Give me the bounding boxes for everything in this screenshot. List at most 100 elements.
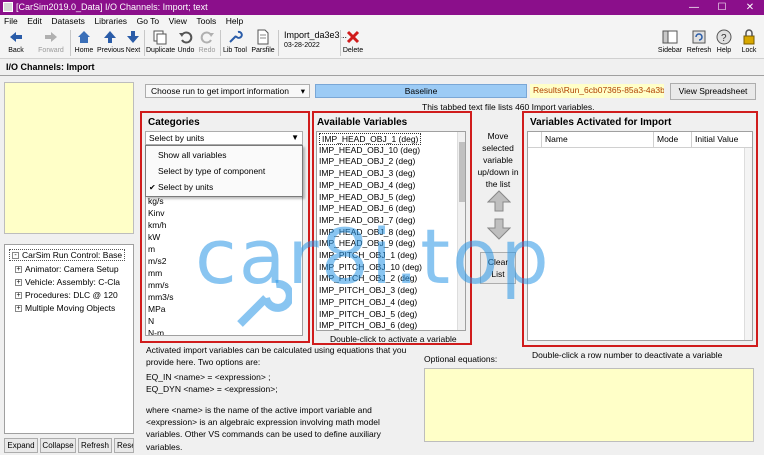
sidebar-icon (662, 29, 678, 45)
tab-strip: I/O Channels: Import (0, 59, 764, 76)
notes-field[interactable] (4, 82, 134, 234)
next-button[interactable]: Next (124, 29, 142, 55)
home-icon (76, 29, 92, 45)
list-item[interactable]: N (148, 316, 154, 326)
tree-item[interactable]: + Vehicle: Assembly: C-Cla (15, 277, 120, 287)
dropdown-arrow-icon: ▼ (291, 133, 299, 142)
tree-root[interactable]: - CarSim Run Control: Base (9, 249, 126, 261)
refresh-button[interactable]: Refresh (686, 29, 712, 55)
tab-io-channels-import[interactable]: I/O Channels: Import (6, 62, 95, 72)
list-item[interactable]: N-m (148, 328, 164, 335)
redo-button[interactable]: Redo (198, 29, 216, 55)
list-item[interactable]: kW (148, 232, 160, 242)
expand-node-icon[interactable]: + (15, 279, 22, 287)
menu-view[interactable]: View (169, 15, 187, 27)
variable-list-item[interactable]: IMP_HEAD_OBJ_4 (deg) (319, 180, 415, 190)
equations-help-text: Activated import variables can be calcul… (146, 344, 416, 453)
lock-button[interactable]: Lock (738, 29, 760, 55)
app-icon (3, 2, 13, 12)
collapse-node-icon[interactable]: - (12, 252, 19, 260)
variable-list-item[interactable]: IMP_HEAD_OBJ_3 (deg) (319, 168, 415, 178)
optional-equations-field[interactable] (424, 368, 754, 442)
run-tree[interactable]: - CarSim Run Control: Base + Animator: Cam… (4, 244, 134, 434)
dataset-name[interactable]: Import_da3e3... (284, 30, 347, 40)
collapse-button[interactable]: Collapse (40, 438, 76, 453)
list-item[interactable]: mm (148, 268, 162, 278)
variable-list-item[interactable]: IMP_PITCH_OBJ_5 (deg) (319, 309, 417, 319)
tree-refresh-button[interactable]: Refresh (78, 438, 112, 453)
view-spreadsheet-button[interactable]: View Spreadsheet (670, 83, 756, 100)
expand-button[interactable]: Expand (4, 438, 38, 453)
document-icon (255, 29, 271, 45)
help-button[interactable]: ? Help (714, 29, 734, 55)
reset-button[interactable]: Rese (114, 438, 134, 453)
menu-edit[interactable]: Edit (27, 15, 42, 27)
forward-button[interactable]: Forward (36, 29, 66, 55)
option-by-units[interactable]: ✔ Select by units (146, 180, 302, 195)
column-header-mode[interactable]: Mode (654, 132, 692, 148)
menu-tools[interactable]: Tools (196, 15, 216, 27)
scrollbar-thumb[interactable] (459, 142, 465, 202)
table-scrollbar[interactable] (744, 148, 752, 340)
dataset-date: 03-28-2022 (284, 42, 320, 49)
list-item[interactable]: MPa (148, 304, 165, 314)
variable-list-item[interactable]: IMP_HEAD_OBJ_1 (deg) (319, 133, 422, 145)
variable-list-item[interactable]: IMP_HEAD_OBJ_10 (deg) (319, 145, 420, 155)
up-arrow-icon (486, 190, 512, 212)
tree-item[interactable]: + Procedures: DLC @ 120 (15, 290, 118, 300)
maximize-button[interactable]: ☐ (708, 0, 736, 15)
list-item[interactable]: m/s2 (148, 256, 166, 266)
tree-item[interactable]: + Animator: Camera Setup (15, 264, 119, 274)
sidebar-button[interactable]: Sidebar (656, 29, 684, 55)
optional-equations-label: Optional equations: (424, 354, 498, 364)
expand-node-icon[interactable]: + (15, 305, 22, 313)
expand-node-icon[interactable]: + (15, 292, 22, 300)
lib-tool-button[interactable]: Lib Tool (222, 29, 248, 55)
category-select[interactable]: Select by units ▼ (145, 131, 303, 145)
available-variables-title: Available Variables (317, 117, 408, 128)
chevron-down-icon: ▾ (300, 86, 305, 96)
results-path[interactable]: Results\Run_6cb07365-85a3-4a3b-95 (530, 84, 664, 98)
undo-button[interactable]: Undo (176, 29, 196, 55)
menu-file[interactable]: File (4, 15, 18, 27)
close-window-button[interactable]: ✕ (736, 0, 764, 15)
option-show-all[interactable]: Show all variables (146, 148, 302, 163)
activated-variables-table[interactable]: Name Mode Initial Value (527, 131, 753, 341)
menu-help[interactable]: Help (226, 15, 243, 27)
activate-hint: Double-click to activate a variable (330, 334, 457, 344)
option-by-component[interactable]: Select by type of component (146, 164, 302, 179)
toolbar: Back Forward Home Previous Next Duplicat… (0, 27, 764, 59)
menu-libraries[interactable]: Libraries (94, 15, 127, 27)
move-up-button[interactable] (486, 190, 512, 212)
help-paragraph: Activated import variables can be calcul… (146, 345, 407, 368)
variable-list-item[interactable]: IMP_PITCH_OBJ_6 (deg) (319, 320, 417, 330)
list-item[interactable]: Kinv (148, 208, 165, 218)
tree-item[interactable]: + Multiple Moving Objects (15, 303, 115, 313)
menu-datasets[interactable]: Datasets (51, 15, 85, 27)
home-button[interactable]: Home (73, 29, 95, 55)
help-icon: ? (716, 29, 732, 45)
variable-list-item[interactable]: IMP_HEAD_OBJ_5 (deg) (319, 192, 415, 202)
menu-go-to[interactable]: Go To (137, 15, 160, 27)
forward-arrow-icon (43, 29, 59, 45)
baseline-field[interactable]: Baseline (315, 84, 527, 98)
minimize-button[interactable]: — (680, 0, 708, 15)
list-item[interactable]: m (148, 244, 155, 254)
activated-variables-title: Variables Activated for Import (530, 117, 672, 128)
column-header-initial-value[interactable]: Initial Value (692, 132, 752, 148)
menu-bar: File Edit Datasets Libraries Go To View … (0, 15, 764, 27)
back-button[interactable]: Back (4, 29, 28, 55)
variable-list-item[interactable]: IMP_HEAD_OBJ_2 (deg) (319, 156, 415, 166)
duplicate-button[interactable]: Duplicate (146, 29, 175, 55)
delete-button[interactable]: Delete (342, 29, 364, 55)
delete-x-icon (345, 29, 361, 45)
column-header-name[interactable]: Name (542, 132, 654, 148)
list-item[interactable]: kg/s (148, 196, 164, 206)
list-item[interactable]: mm3/s (148, 292, 174, 302)
choose-run-dropdown[interactable]: Choose run to get import information ▾ (145, 84, 310, 98)
parsfile-button[interactable]: Parsfile (250, 29, 276, 55)
previous-button[interactable]: Previous (97, 29, 124, 55)
list-item[interactable]: mm/s (148, 280, 169, 290)
list-item[interactable]: km/h (148, 220, 166, 230)
expand-node-icon[interactable]: + (15, 266, 22, 274)
